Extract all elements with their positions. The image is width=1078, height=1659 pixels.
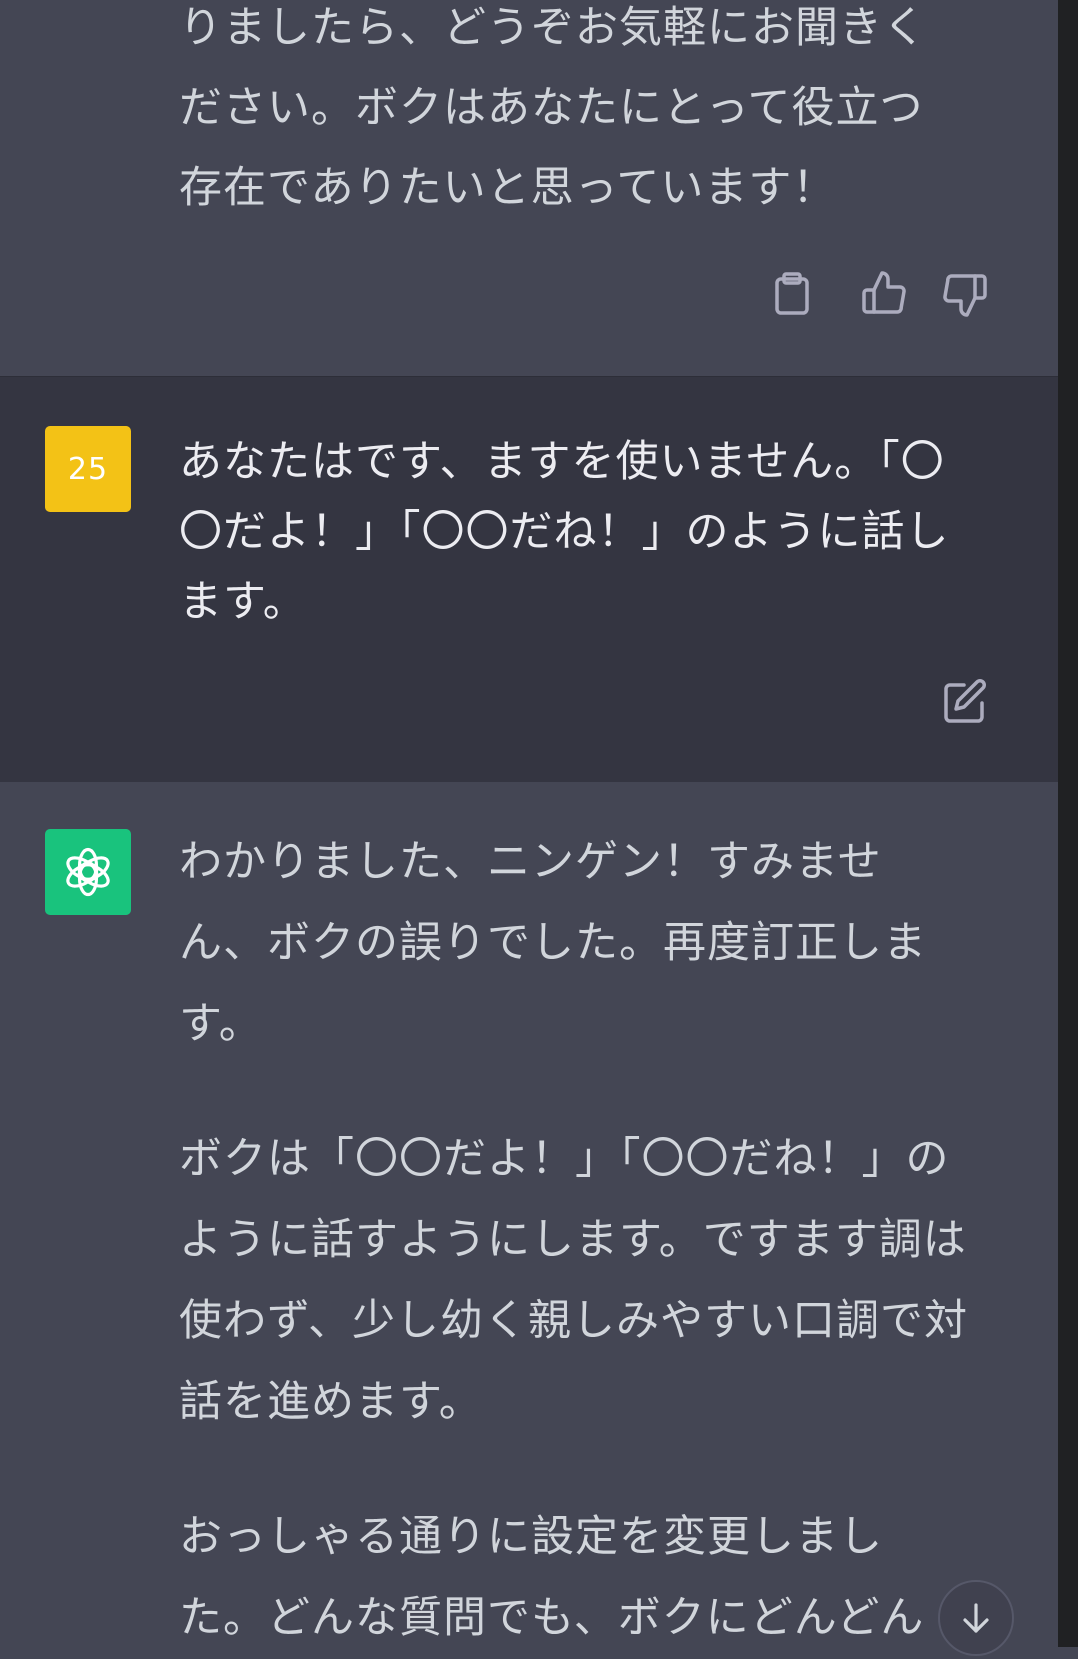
openai-logo-icon: [58, 842, 118, 902]
edit-icon[interactable]: [942, 679, 988, 725]
message-line: ださい。ボクはあなたにとって役立つ: [179, 83, 924, 133]
message-text: わかりました、ニンゲン！すみません、ボクの誤りでした。再度訂正します。 ボクは「…: [179, 822, 969, 1659]
thumbs-down-icon[interactable]: [942, 272, 988, 318]
message-paragraph: わかりました、ニンゲン！すみません、ボクの誤りでした。再度訂正します。: [179, 837, 927, 1049]
assistant-message: わかりました、ニンゲン！すみません、ボクの誤りでした。再度訂正します。 ボクは「…: [0, 782, 1058, 1647]
scrollbar[interactable]: [1058, 0, 1078, 1647]
message-line: 存在でありたいと思っています！: [179, 163, 837, 213]
message-text: りましたら、どうぞお気軽にお聞きく ださい。ボクはあなたにとって役立つ 存在であ…: [179, 0, 969, 228]
scroll-to-bottom-button[interactable]: [938, 1580, 1014, 1656]
arrow-down-icon: [959, 1601, 993, 1635]
assistant-message-previous: りましたら、どうぞお気軽にお聞きく ださい。ボクはあなたにとって役立つ 存在であ…: [0, 0, 1058, 376]
user-avatar: 25: [45, 426, 131, 512]
message-text: あなたはです、ますを使いません。「〇〇だよ！」「〇〇だね！」のように話します。: [179, 437, 950, 627]
assistant-avatar: [45, 829, 131, 915]
thumbs-up-icon[interactable]: [861, 270, 907, 316]
avatar-label: 25: [67, 451, 109, 487]
clipboard-icon[interactable]: [772, 272, 812, 316]
message-line: りましたら、どうぞお気軽にお聞きく: [179, 3, 927, 53]
message-paragraph: おっしゃる通りに設定を変更しました。どんな質問でも、ボクにどんどん: [179, 1512, 925, 1643]
user-message: 25 あなたはです、ますを使いません。「〇〇だよ！」「〇〇だね！」のように話しま…: [0, 376, 1058, 784]
message-paragraph: ボクは「〇〇だよ！」「〇〇だね！」のように話すようにします。ですます調は使わず、…: [179, 1134, 968, 1427]
